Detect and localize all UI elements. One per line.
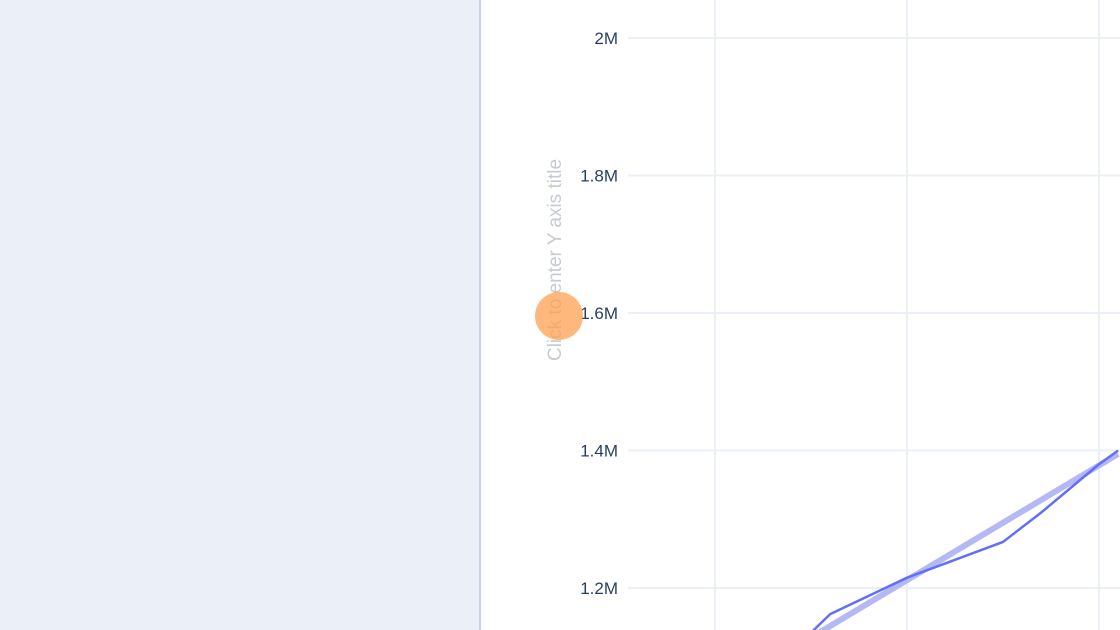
y-axis-title-placeholder[interactable]: Click to enter Y axis title <box>545 159 567 361</box>
y-tick-label: 2M <box>594 29 618 48</box>
chart-editor-app: 1.2M 1.4M 1.6M 1.8M 2M Click to enter Y axis… <box>0 0 1120 630</box>
trendline <box>817 451 1120 630</box>
y-tick-label: 1.6M <box>580 304 618 323</box>
series-line <box>811 449 1119 630</box>
y-tick-label: 1.8M <box>580 167 618 186</box>
y-tick-label: 1.4M <box>580 442 618 461</box>
y-tick-label: 1.2M <box>580 579 618 598</box>
